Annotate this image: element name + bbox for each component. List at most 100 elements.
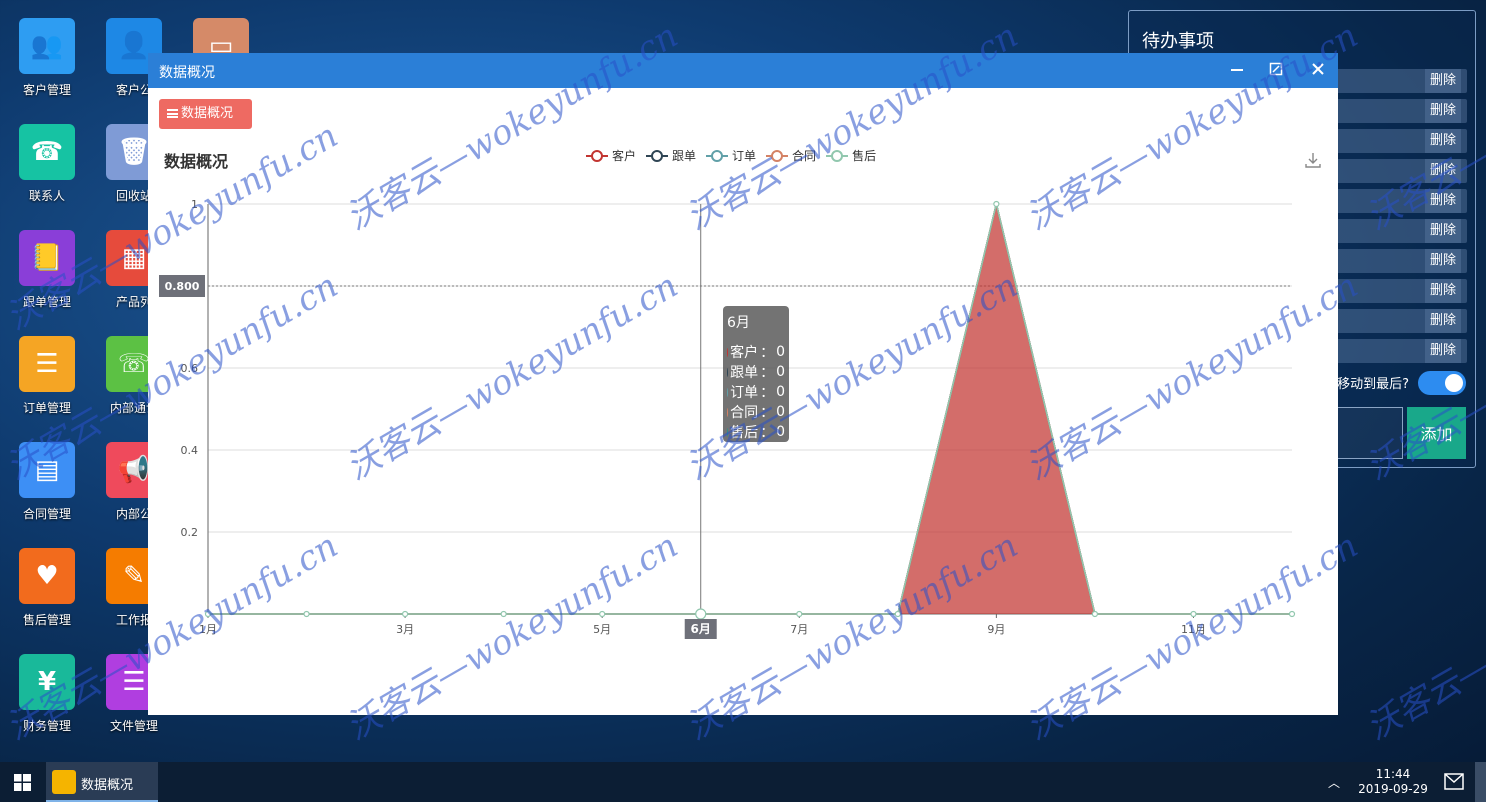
series-dot-icon	[727, 427, 729, 437]
data-overview-window: 数据概况 数据概况 数据概况 客户跟单订单合同售后 0.20.40.60.811…	[148, 53, 1338, 715]
data-point	[993, 200, 1000, 208]
move-to-last-toggle[interactable]	[1418, 371, 1466, 395]
desktop-icon-3[interactable]: ☎ 联系人	[7, 124, 87, 204]
desktop-icon-label: 客户管理	[22, 83, 71, 97]
tooltip-series-name: 订单	[730, 385, 759, 401]
tooltip-row: 客户： 0	[727, 342, 785, 362]
data-point	[695, 608, 707, 620]
x-tick-label: 3月	[396, 623, 414, 636]
y-tick-label: 0.4	[181, 444, 199, 457]
notification-icon[interactable]	[1444, 773, 1464, 790]
taskbar-app-label: 数据概况	[81, 778, 134, 793]
taskbar-app-data-overview[interactable]: 数据概况	[46, 762, 158, 802]
desktop-icon-9[interactable]: ▤ 合同管理	[7, 442, 87, 522]
tooltip-row: 合同： 0	[727, 402, 785, 422]
tooltip-row: 售后： 0	[727, 422, 785, 442]
app-tile-icon: ☎	[19, 124, 75, 180]
add-button[interactable]: 添加	[1407, 407, 1466, 459]
crosshair-y-label: 0.800	[165, 280, 200, 293]
x-tick-label: 9月	[987, 623, 1005, 636]
todo-delete-button[interactable]: 删除	[1424, 279, 1461, 303]
tooltip-separator: ：	[760, 365, 775, 381]
toggle-knob	[1445, 374, 1463, 392]
taskbar: 数据概况 ︿ 11:44 2019-09-29	[0, 762, 1486, 802]
show-desktop-button[interactable]	[1475, 762, 1486, 802]
data-point	[303, 610, 310, 618]
tooltip-separator: ：	[760, 385, 775, 401]
desktop-icon-13[interactable]: ¥ 财务管理	[7, 654, 87, 734]
tooltip-separator: ：	[760, 405, 775, 421]
desktop-icon-11[interactable]: ♥ 售后管理	[7, 548, 87, 628]
series-dot-icon	[727, 367, 729, 377]
todo-delete-button[interactable]: 删除	[1424, 69, 1461, 93]
tooltip-separator: ：	[760, 425, 775, 441]
tooltip-title: 6月	[727, 315, 750, 331]
y-tick-label: 0.6	[181, 362, 199, 375]
x-tick-label: 5月	[593, 623, 611, 636]
tooltip-series-name: 合同	[730, 405, 759, 421]
move-to-last-label: 移动到最后?	[1337, 377, 1409, 392]
series-dot-icon	[727, 347, 729, 357]
desktop-icon-label: 合同管理	[22, 507, 71, 521]
x-tick-label: 7月	[790, 623, 808, 636]
app-tile-icon: ¥	[19, 654, 75, 710]
desktop-icon-label: 文件管理	[109, 719, 158, 733]
data-point	[401, 610, 409, 618]
todo-delete-button[interactable]: 删除	[1424, 219, 1461, 243]
data-point	[500, 610, 507, 618]
desktop-icon-label: 财务管理	[22, 719, 71, 733]
series-dot-icon	[727, 407, 729, 417]
todo-delete-button[interactable]: 删除	[1424, 309, 1461, 333]
desktop-icon-label: 联系人	[28, 189, 65, 203]
x-tick-label: 1月	[199, 623, 217, 636]
app-tile-icon: ☰	[19, 336, 75, 392]
todo-delete-button[interactable]: 删除	[1424, 249, 1461, 273]
todo-title: 待办事项	[1142, 31, 1214, 52]
desktop-icon-label: 订单管理	[22, 401, 71, 415]
data-point	[796, 610, 803, 618]
tooltip-series-name: 跟单	[730, 365, 759, 381]
desktop-icon-1[interactable]: 👥 客户管理	[7, 18, 87, 98]
todo-delete-button[interactable]: 删除	[1424, 189, 1461, 213]
data-point	[1288, 610, 1296, 618]
watermark-text: 沃客云—wokeyunfu.cn	[1359, 525, 1486, 749]
chart-tooltip: 6月 客户： 0 跟单： 0 订单： 0 合同： 0 售后： 0	[723, 306, 789, 442]
clock-date: 2019-09-29	[1358, 782, 1428, 796]
data-point	[1091, 610, 1099, 618]
tooltip-series-value: 0	[776, 344, 785, 360]
todo-delete-button[interactable]: 删除	[1424, 129, 1461, 153]
app-tile-icon: ♥	[19, 548, 75, 604]
desktop-icon-label: 售后管理	[22, 613, 71, 627]
pie-chart-icon	[52, 770, 76, 794]
data-point	[204, 610, 212, 618]
series-dot-icon	[727, 387, 729, 397]
y-tick-label: 1	[191, 198, 198, 211]
tooltip-series-value: 0	[776, 404, 785, 420]
clock-time: 11:44	[1375, 767, 1411, 781]
y-tick-label: 0.2	[181, 526, 199, 539]
crosshair-x-label: 6月	[691, 622, 711, 636]
tooltip-row: 订单： 0	[727, 382, 785, 402]
data-point	[894, 610, 901, 618]
todo-delete-button[interactable]: 删除	[1424, 339, 1461, 363]
tooltip-separator: ：	[760, 345, 775, 361]
data-point	[1190, 610, 1197, 618]
data-point	[599, 610, 606, 618]
todo-delete-button[interactable]: 删除	[1424, 159, 1461, 183]
clock[interactable]: 11:44 2019-09-29	[1350, 767, 1436, 797]
tooltip-series-name: 客户	[730, 345, 759, 361]
x-tick-label: 11月	[1181, 623, 1206, 636]
desktop-icon-7[interactable]: ☰ 订单管理	[7, 336, 87, 416]
tooltip-series-value: 0	[776, 384, 785, 400]
app-tile-icon: ▤	[19, 442, 75, 498]
tooltip-series-name: 售后	[730, 425, 759, 441]
windows-start-icon[interactable]	[14, 774, 31, 791]
desktop-icon-5[interactable]: 📒 跟单管理	[7, 230, 87, 310]
todo-delete-button[interactable]: 删除	[1424, 99, 1461, 123]
tooltip-series-value: 0	[776, 364, 785, 380]
app-tile-icon: 📒	[19, 230, 75, 286]
tooltip-row: 跟单： 0	[727, 362, 785, 382]
chevron-up-icon[interactable]: ︿	[1328, 774, 1340, 791]
tooltip-series-value: 0	[776, 424, 785, 440]
desktop-icon-label: 跟单管理	[22, 295, 71, 309]
